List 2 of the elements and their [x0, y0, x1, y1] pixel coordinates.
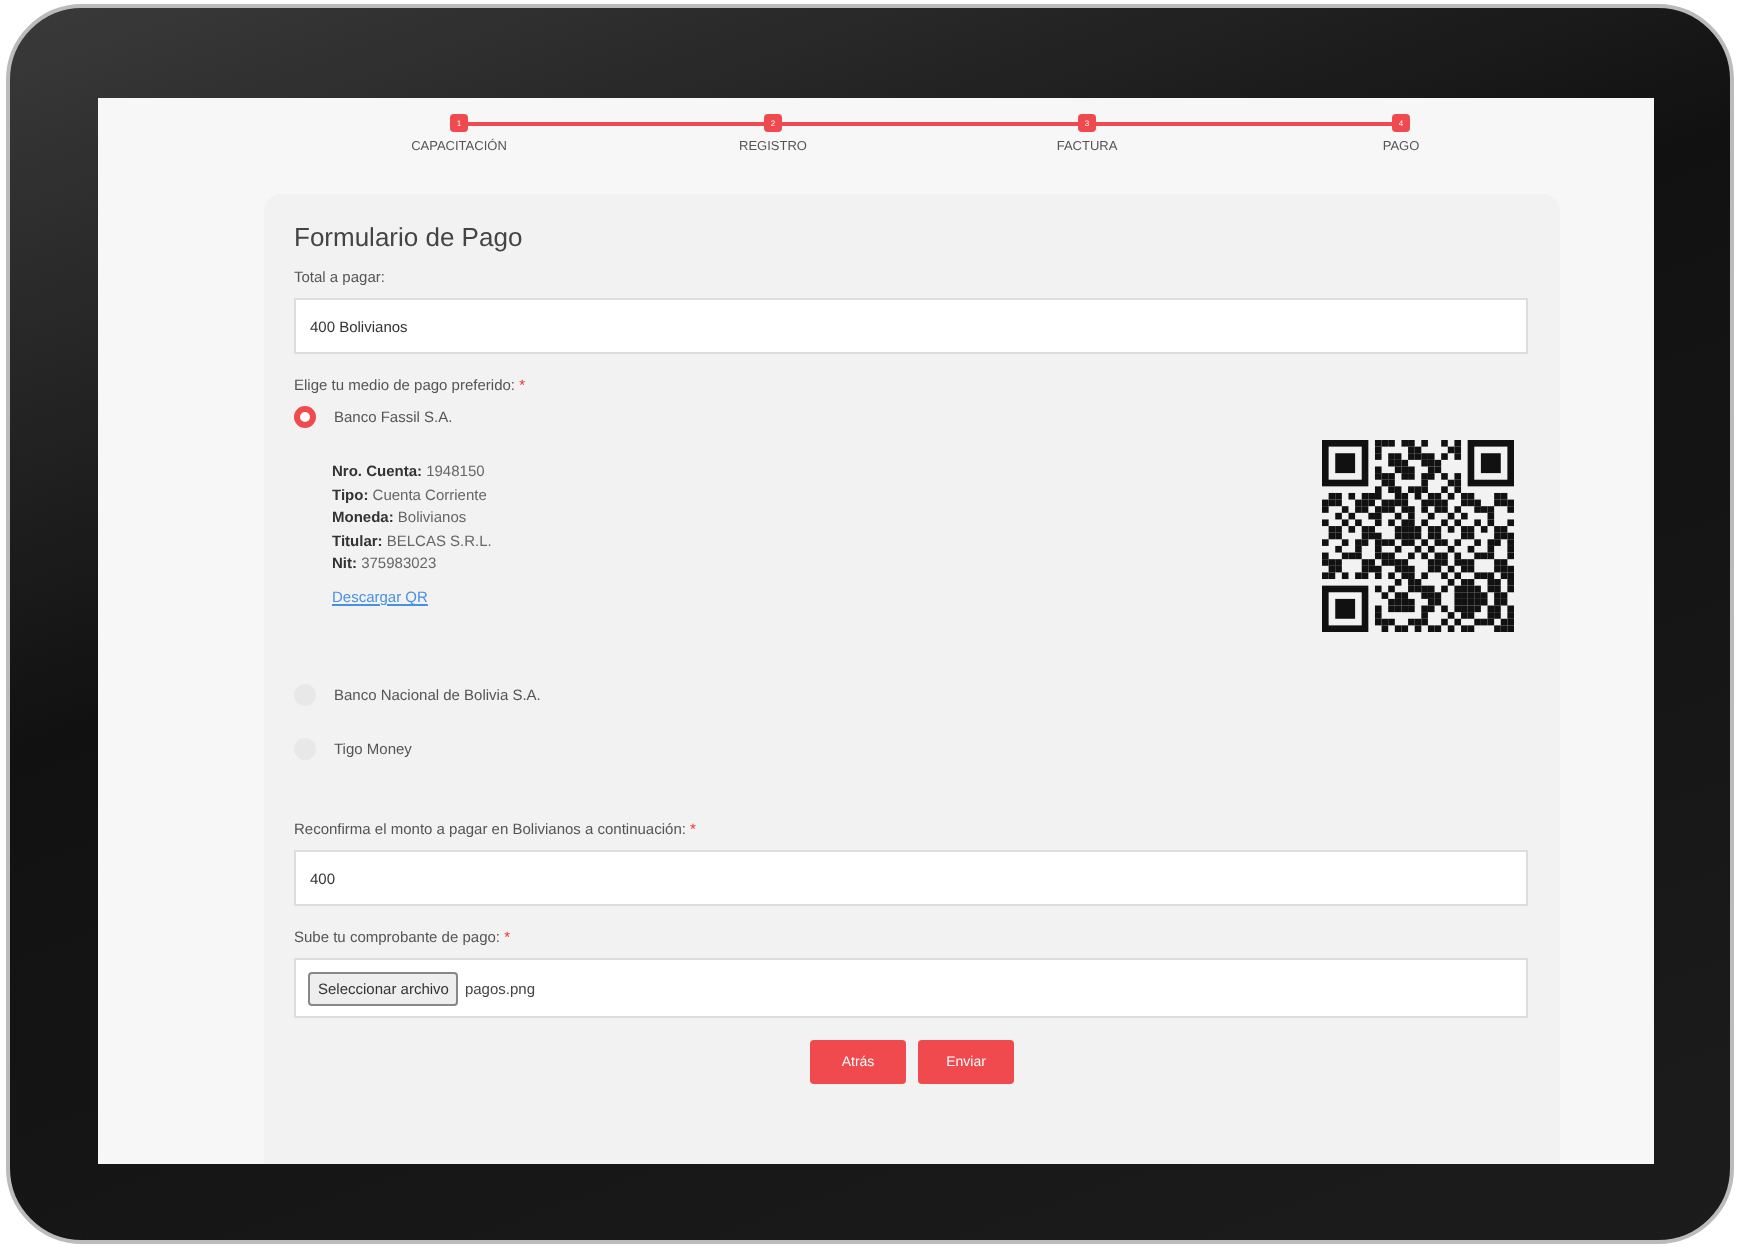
radio-button[interactable] [294, 406, 316, 428]
form-title: Formulario de Pago [294, 222, 525, 252]
